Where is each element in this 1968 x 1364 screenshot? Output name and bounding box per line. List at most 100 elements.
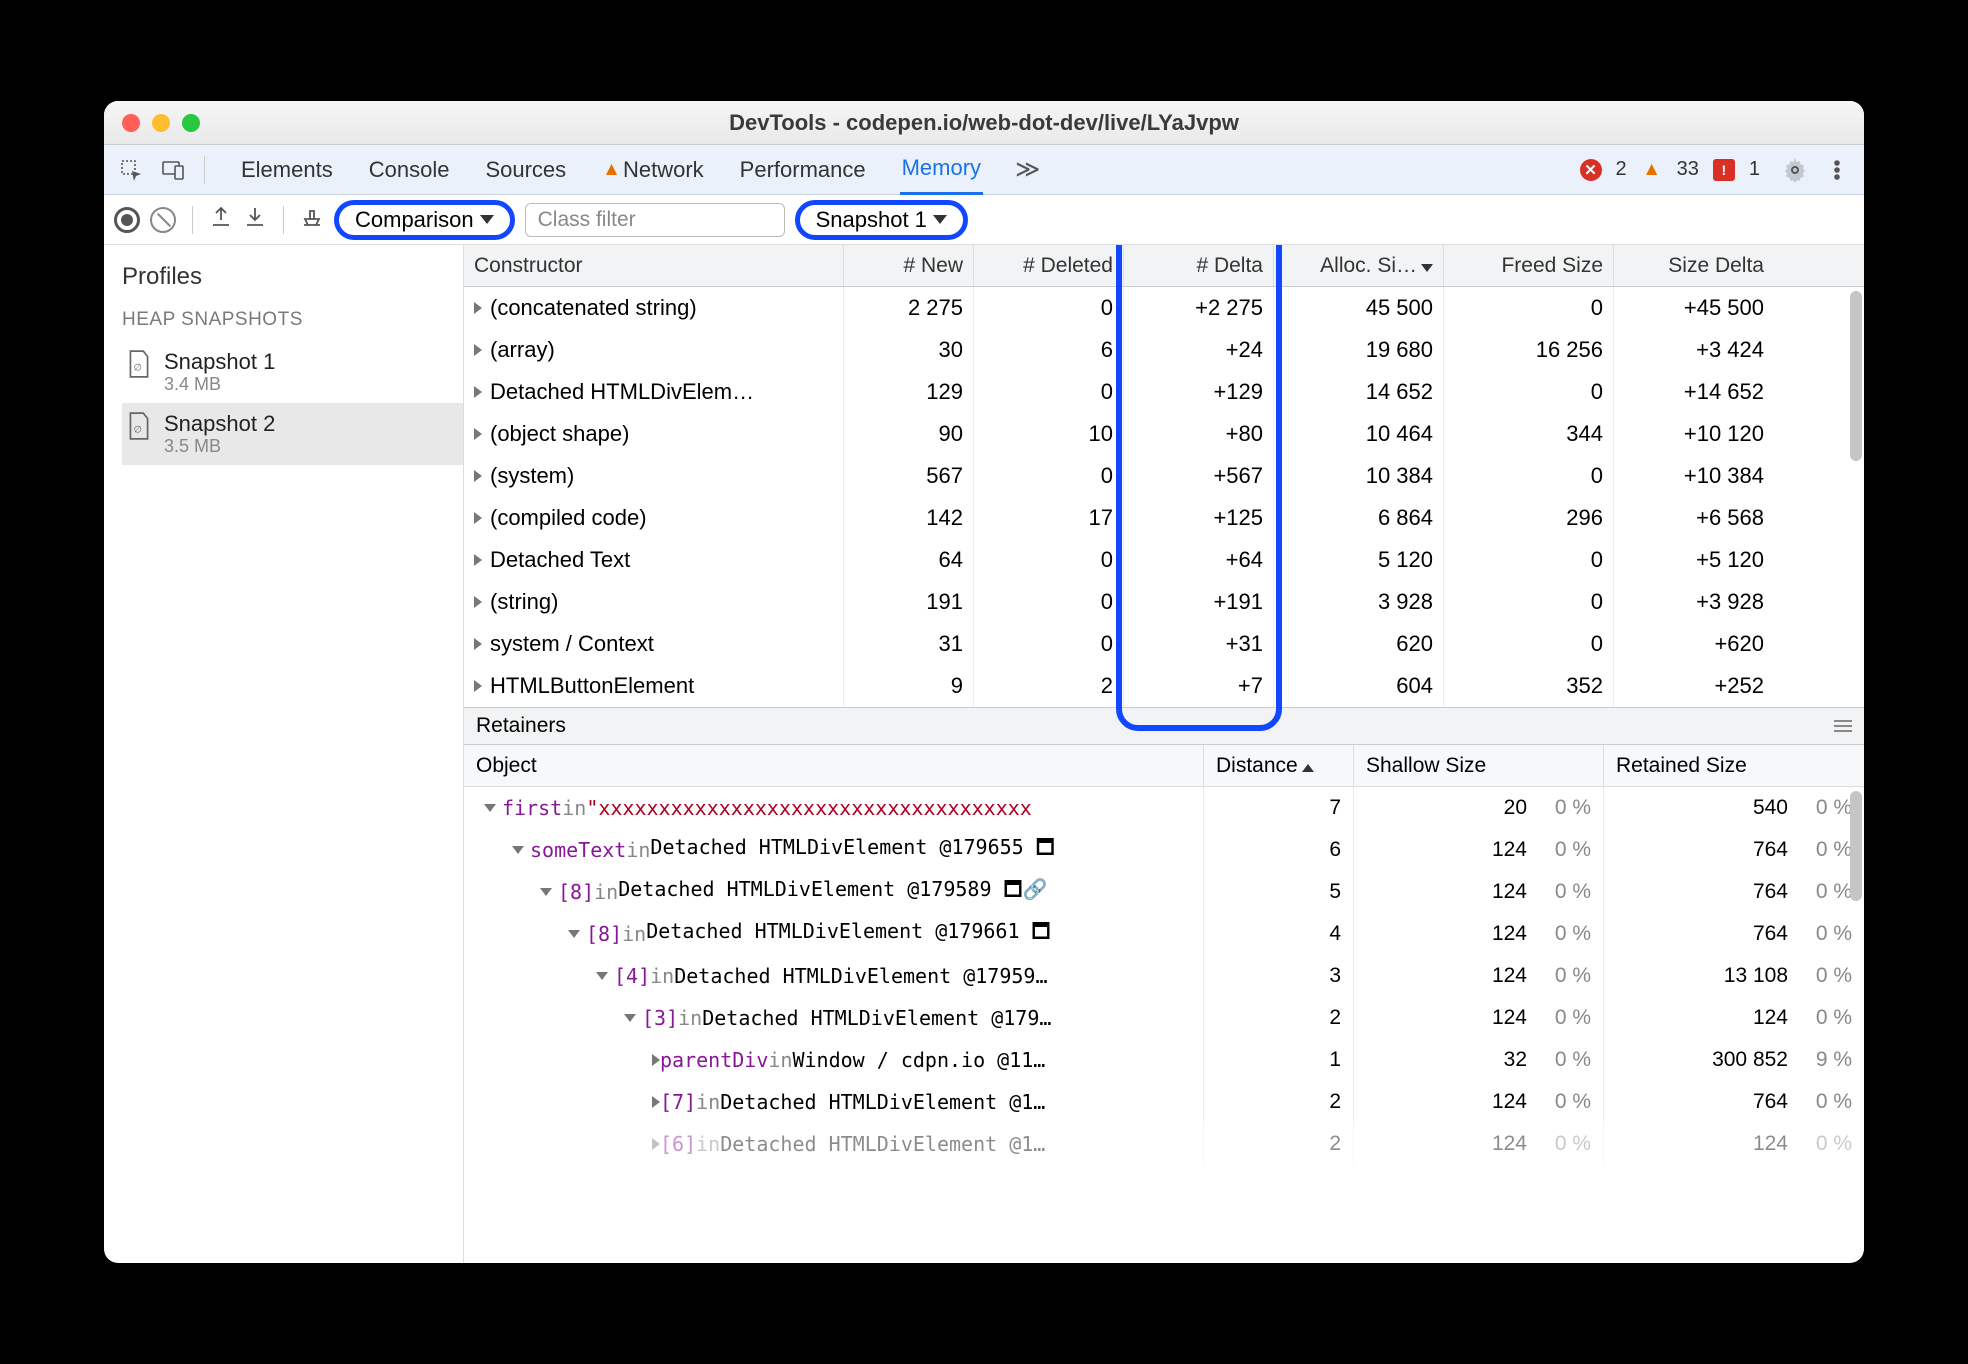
snapshot-name: Snapshot 1 [164, 349, 275, 374]
col-distance[interactable]: Distance [1204, 745, 1354, 786]
expand-icon[interactable] [652, 1096, 660, 1108]
panel-tab-strip: Elements Console Sources ▲Network Perfor… [104, 145, 1864, 195]
retainer-row[interactable]: [6] in Detached HTMLDivElement @1… 2 124… [464, 1123, 1864, 1165]
inspect-element-icon[interactable] [114, 153, 148, 187]
expand-icon[interactable] [474, 680, 482, 692]
issues-count[interactable]: 1 [1749, 158, 1760, 181]
warning-icon[interactable]: ▲ [1641, 159, 1663, 181]
comparison-row[interactable]: (system) 567 0 +567 10 384 0 +10 384 [464, 455, 1864, 497]
expand-icon[interactable] [474, 554, 482, 566]
col-delta[interactable]: # Delta [1124, 245, 1274, 286]
col-retained[interactable]: Retained Size [1604, 745, 1864, 786]
vertical-scrollbar[interactable] [1850, 291, 1862, 461]
col-object[interactable]: Object [464, 745, 1204, 786]
retainer-row[interactable]: [7] in Detached HTMLDivElement @1… 2 124… [464, 1081, 1864, 1123]
col-shallow[interactable]: Shallow Size [1354, 745, 1604, 786]
retainer-row[interactable]: [8] in Detached HTMLDivElement @179661 🗖… [464, 913, 1864, 955]
retainer-row[interactable]: [8] in Detached HTMLDivElement @179589 🗖… [464, 871, 1864, 913]
property-name: parentDiv [660, 1048, 768, 1072]
tab-sources[interactable]: Sources [483, 145, 568, 195]
warning-count[interactable]: 33 [1677, 158, 1699, 181]
property-name: [8] [586, 922, 622, 946]
record-button[interactable] [114, 207, 140, 233]
retainer-row[interactable]: someText in Detached HTMLDivElement @179… [464, 829, 1864, 871]
panel-tabs: Elements Console Sources ▲Network Perfor… [239, 145, 1572, 195]
expand-icon[interactable] [652, 1054, 660, 1066]
device-toolbar-icon[interactable] [156, 153, 190, 187]
retainer-context: Detached HTMLDivElement @1… [720, 1132, 1045, 1156]
col-alloc[interactable]: Alloc. Si… [1274, 245, 1444, 286]
retainer-row[interactable]: parentDiv in Window / cdpn.io @11… 1 320… [464, 1039, 1864, 1081]
collapse-icon[interactable] [512, 846, 524, 854]
base-snapshot-select[interactable]: Snapshot 1 [795, 200, 968, 240]
snapshot-size: 3.4 MB [164, 374, 275, 395]
clear-button[interactable] [150, 207, 176, 233]
comparison-row[interactable]: (array) 30 6 +24 19 680 16 256 +3 424 [464, 329, 1864, 371]
retainer-row[interactable]: first in "xxxxxxxxxxxxxxxxxxxxxxxxxxxxxx… [464, 787, 1864, 829]
memory-toolbar: Comparison Class filter Snapshot 1 [104, 195, 1864, 245]
retainers-menu-icon[interactable] [1834, 720, 1852, 732]
comparison-row[interactable]: HTMLButtonElement 9 2 +7 604 352 +252 [464, 665, 1864, 707]
property-name: someText [530, 838, 626, 862]
comparison-row[interactable]: (compiled code) 142 17 +125 6 864 296 +6… [464, 497, 1864, 539]
expand-icon[interactable] [474, 638, 482, 650]
collapse-icon[interactable] [596, 972, 608, 980]
expand-icon[interactable] [474, 512, 482, 524]
tab-console[interactable]: Console [367, 145, 452, 195]
error-icon[interactable]: ✕ [1580, 159, 1602, 181]
tab-memory[interactable]: Memory [900, 145, 983, 195]
gc-icon[interactable] [300, 205, 324, 235]
comparison-row[interactable]: (object shape) 90 10 +80 10 464 344 +10 … [464, 413, 1864, 455]
col-constructor[interactable]: Constructor [464, 245, 844, 286]
expand-icon[interactable] [474, 302, 482, 314]
expand-icon[interactable] [474, 596, 482, 608]
collapse-icon[interactable] [624, 1014, 636, 1022]
retainer-row[interactable]: [3] in Detached HTMLDivElement @179… 2 1… [464, 997, 1864, 1039]
property-name: [4] [614, 964, 650, 988]
zoom-icon[interactable] [182, 114, 200, 132]
tab-elements[interactable]: Elements [239, 145, 335, 195]
perspective-select[interactable]: Comparison [334, 200, 515, 240]
snapshot-item[interactable]: ∅ Snapshot 1 3.4 MB [122, 341, 463, 403]
constructor-name: (compiled code) [490, 505, 647, 531]
constructor-name: HTMLButtonElement [490, 673, 694, 699]
export-icon[interactable] [209, 205, 233, 235]
more-tabs-icon[interactable]: ≫ [1015, 155, 1040, 184]
more-options-icon[interactable] [1820, 153, 1854, 187]
comparison-header-row: Constructor # New # Deleted # Delta Allo… [464, 245, 1864, 287]
tab-performance[interactable]: Performance [738, 145, 868, 195]
comparison-row[interactable]: (string) 191 0 +191 3 928 0 +3 928 [464, 581, 1864, 623]
col-new[interactable]: # New [844, 245, 974, 286]
retainer-context: Window / cdpn.io @11… [792, 1048, 1045, 1072]
minimize-icon[interactable] [152, 114, 170, 132]
col-deleted[interactable]: # Deleted [974, 245, 1124, 286]
retainer-row[interactable]: [4] in Detached HTMLDivElement @17959… 3… [464, 955, 1864, 997]
property-name: [7] [660, 1090, 696, 1114]
collapse-icon[interactable] [568, 930, 580, 938]
collapse-icon[interactable] [484, 804, 496, 812]
import-icon[interactable] [243, 205, 267, 235]
col-freed[interactable]: Freed Size [1444, 245, 1614, 286]
col-size-delta[interactable]: Size Delta [1614, 245, 1774, 286]
comparison-row[interactable]: Detached HTMLDivElem… 129 0 +129 14 652 … [464, 371, 1864, 413]
expand-icon[interactable] [474, 344, 482, 356]
expand-icon[interactable] [474, 470, 482, 482]
expand-icon[interactable] [652, 1138, 660, 1150]
settings-icon[interactable] [1778, 153, 1812, 187]
expand-icon[interactable] [474, 386, 482, 398]
collapse-icon[interactable] [540, 888, 552, 896]
expand-icon[interactable] [474, 428, 482, 440]
property-name: [3] [642, 1006, 678, 1030]
vertical-scrollbar[interactable] [1850, 791, 1862, 901]
comparison-row[interactable]: Detached Text 64 0 +64 5 120 0 +5 120 [464, 539, 1864, 581]
error-count[interactable]: 2 [1616, 158, 1627, 181]
snapshot-file-icon: ∅ [126, 349, 152, 385]
comparison-row[interactable]: (concatenated string) 2 275 0 +2 275 45 … [464, 287, 1864, 329]
snapshot-item[interactable]: ∅ Snapshot 2 3.5 MB [122, 403, 463, 465]
issues-icon[interactable]: ! [1713, 159, 1735, 181]
tab-network[interactable]: ▲Network [600, 145, 706, 195]
constructor-name: (string) [490, 589, 558, 615]
comparison-row[interactable]: system / Context 31 0 +31 620 0 +620 [464, 623, 1864, 665]
close-icon[interactable] [122, 114, 140, 132]
class-filter-input[interactable]: Class filter [525, 203, 785, 237]
